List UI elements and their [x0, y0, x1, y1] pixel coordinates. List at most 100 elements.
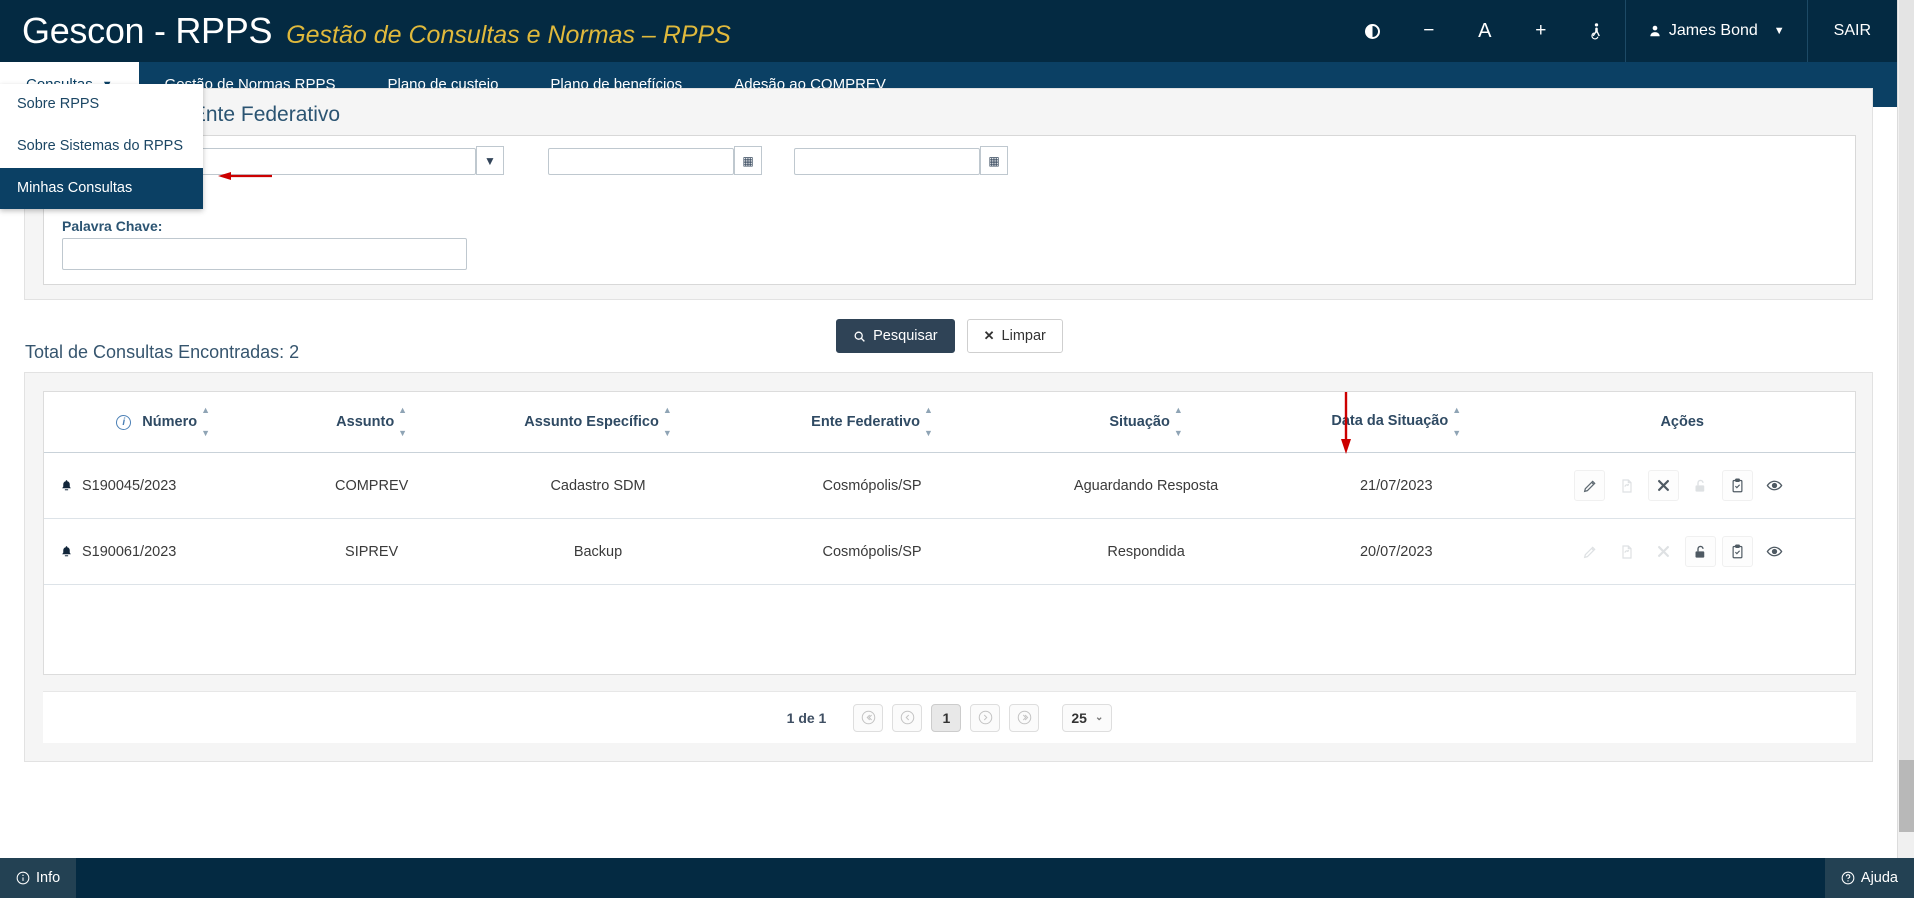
cell-numero: S190061/2023 [44, 519, 282, 585]
cell-numero: S190045/2023 [44, 453, 282, 519]
cell-data-situacao: 21/07/2023 [1283, 453, 1509, 519]
edit-icon [1574, 536, 1605, 567]
font-increase-glyph: + [1535, 20, 1546, 42]
table-header-row: i Número ▲▼ Assunto ▲▼ [44, 392, 1855, 453]
table-head: i Número ▲▼ Assunto ▲▼ [44, 392, 1855, 453]
field-palavra-chave: Palavra Chave: [62, 218, 472, 270]
cell-ente-federativo: Cosmópolis/SP [735, 453, 1009, 519]
pagination: 1 de 1 1 25 ⌄ [43, 691, 1856, 743]
col-numero[interactable]: i Número ▲▼ [44, 392, 282, 453]
col-data-situacao[interactable]: Data da Situação ▲▼ [1283, 392, 1509, 453]
annotation-arrow-down [1336, 392, 1356, 454]
page-size-select[interactable]: 25 ⌄ [1062, 704, 1112, 732]
sort-toggle[interactable]: ▲▼ [663, 406, 672, 438]
file-refresh-icon [1611, 536, 1642, 567]
info-label: Info [36, 870, 60, 886]
last-page-button[interactable] [1009, 704, 1039, 732]
search-icon [853, 330, 866, 343]
sort-toggle[interactable]: ▲▼ [924, 406, 933, 438]
help-label: Ajuda [1861, 870, 1898, 886]
cell-assunto: COMPREV [282, 453, 461, 519]
field-data-inicio: ▦ [548, 146, 762, 175]
filter-fields-container: ▼ ▦ ▦ Palavra Chave: [43, 135, 1856, 285]
col-acoes-label: Ações [1660, 414, 1704, 430]
data-inicio-input[interactable] [548, 148, 734, 175]
info-button[interactable]: Info [0, 858, 76, 898]
clipboard-check-icon[interactable] [1722, 470, 1753, 501]
clear-button-label: Limpar [1002, 328, 1046, 344]
font-increase-icon[interactable]: + [1513, 0, 1569, 62]
col-situacao-label: Situação [1109, 414, 1169, 430]
table-body: S190045/2023 COMPREV Cadastro SDM Cosmóp… [44, 453, 1855, 585]
numero-value: S190045/2023 [82, 478, 176, 494]
eye-icon[interactable] [1759, 536, 1790, 567]
accessibility-icon[interactable] [1569, 0, 1625, 62]
edit-icon[interactable] [1574, 470, 1605, 501]
user-icon [1648, 24, 1662, 38]
font-decrease-glyph: − [1423, 20, 1434, 42]
col-assunto-label: Assunto [336, 414, 394, 430]
table-row[interactable]: S190045/2023 COMPREV Cadastro SDM Cosmóp… [44, 453, 1855, 519]
info-icon[interactable]: i [116, 415, 131, 430]
numero-value: S190061/2023 [82, 544, 176, 560]
application-root: Gescon - RPPS Gestão de Consultas e Norm… [0, 0, 1914, 898]
scrollbar-thumb[interactable] [1899, 760, 1914, 832]
user-name: James Bond [1669, 22, 1758, 40]
col-assunto-especifico[interactable]: Assunto Específico ▲▼ [461, 392, 735, 453]
clear-button[interactable]: ✕ Limpar [967, 319, 1063, 353]
table-row[interactable]: S190061/2023 SIPREV Backup Cosmópolis/SP… [44, 519, 1855, 585]
search-button-label: Pesquisar [873, 328, 937, 344]
palavra-chave-input[interactable] [62, 238, 467, 270]
clipboard-check-icon[interactable] [1722, 536, 1753, 567]
filter-panel: - Ente Federativo ▼ ▦ ▦ [24, 88, 1873, 300]
help-button[interactable]: Ajuda [1825, 858, 1914, 898]
font-reset-glyph: A [1478, 20, 1491, 43]
col-ente-federativo-label: Ente Federativo [811, 414, 920, 430]
cell-ente-federativo: Cosmópolis/SP [735, 519, 1009, 585]
close-icon[interactable] [1648, 470, 1679, 501]
sort-toggle[interactable]: ▲▼ [1452, 406, 1461, 438]
next-page-button[interactable] [970, 704, 1000, 732]
page-1-button[interactable]: 1 [931, 704, 961, 732]
font-decrease-icon[interactable]: − [1401, 0, 1457, 62]
results-table-container: i Número ▲▼ Assunto ▲▼ [43, 391, 1856, 675]
contrast-icon[interactable] [1345, 0, 1401, 62]
sort-toggle[interactable]: ▲▼ [398, 406, 407, 438]
close-icon: ✕ [984, 328, 995, 344]
sort-toggle[interactable]: ▲▼ [201, 406, 210, 438]
logout-button[interactable]: SAIR [1808, 0, 1897, 62]
calendar-icon[interactable]: ▦ [734, 146, 762, 175]
header-controls: − A + James Bond ▼ SAIR [1345, 0, 1897, 62]
annotation-arrow-left [218, 172, 274, 180]
col-assunto[interactable]: Assunto ▲▼ [282, 392, 461, 453]
menu-item-sobre-rpps[interactable]: Sobre RPPS [0, 84, 203, 126]
col-assunto-especifico-label: Assunto Específico [524, 414, 659, 430]
font-reset-icon[interactable]: A [1457, 0, 1513, 62]
menu-item-sobre-sistemas[interactable]: Sobre Sistemas do RPPS [0, 126, 203, 168]
cell-acoes [1509, 519, 1855, 585]
app-footer: Info Ajuda [0, 858, 1914, 898]
user-menu[interactable]: James Bond ▼ [1626, 0, 1807, 62]
data-fim-input[interactable] [794, 148, 980, 175]
chevron-down-icon[interactable]: ▼ [476, 146, 504, 175]
prev-page-button[interactable] [892, 704, 922, 732]
cell-situacao: Aguardando Resposta [1009, 453, 1283, 519]
results-total-label: Total de Consultas Encontradas: 2 [25, 342, 299, 363]
eye-icon[interactable] [1759, 470, 1790, 501]
first-page-button[interactable] [853, 704, 883, 732]
sort-toggle[interactable]: ▲▼ [1174, 406, 1183, 438]
results-panel: i Número ▲▼ Assunto ▲▼ [24, 372, 1873, 762]
col-ente-federativo[interactable]: Ente Federativo ▲▼ [735, 392, 1009, 453]
lock-open-icon[interactable] [1685, 536, 1716, 567]
calendar-icon[interactable]: ▦ [980, 146, 1008, 175]
menu-item-minhas-consultas[interactable]: Minhas Consultas [0, 168, 203, 210]
consultas-dropdown-menu: Sobre RPPS Sobre Sistemas do RPPS Minhas… [0, 84, 203, 209]
page-scrollbar[interactable]: ▲ [1897, 0, 1914, 858]
brand-title: Gescon - RPPS [22, 10, 272, 52]
page-range-label: 1 de 1 [787, 710, 827, 726]
field-data-fim: ▦ [794, 146, 1008, 175]
search-button[interactable]: Pesquisar [836, 319, 954, 353]
cell-data-situacao: 20/07/2023 [1283, 519, 1509, 585]
page-title: - Ente Federativo [179, 103, 340, 127]
col-situacao[interactable]: Situação ▲▼ [1009, 392, 1283, 453]
